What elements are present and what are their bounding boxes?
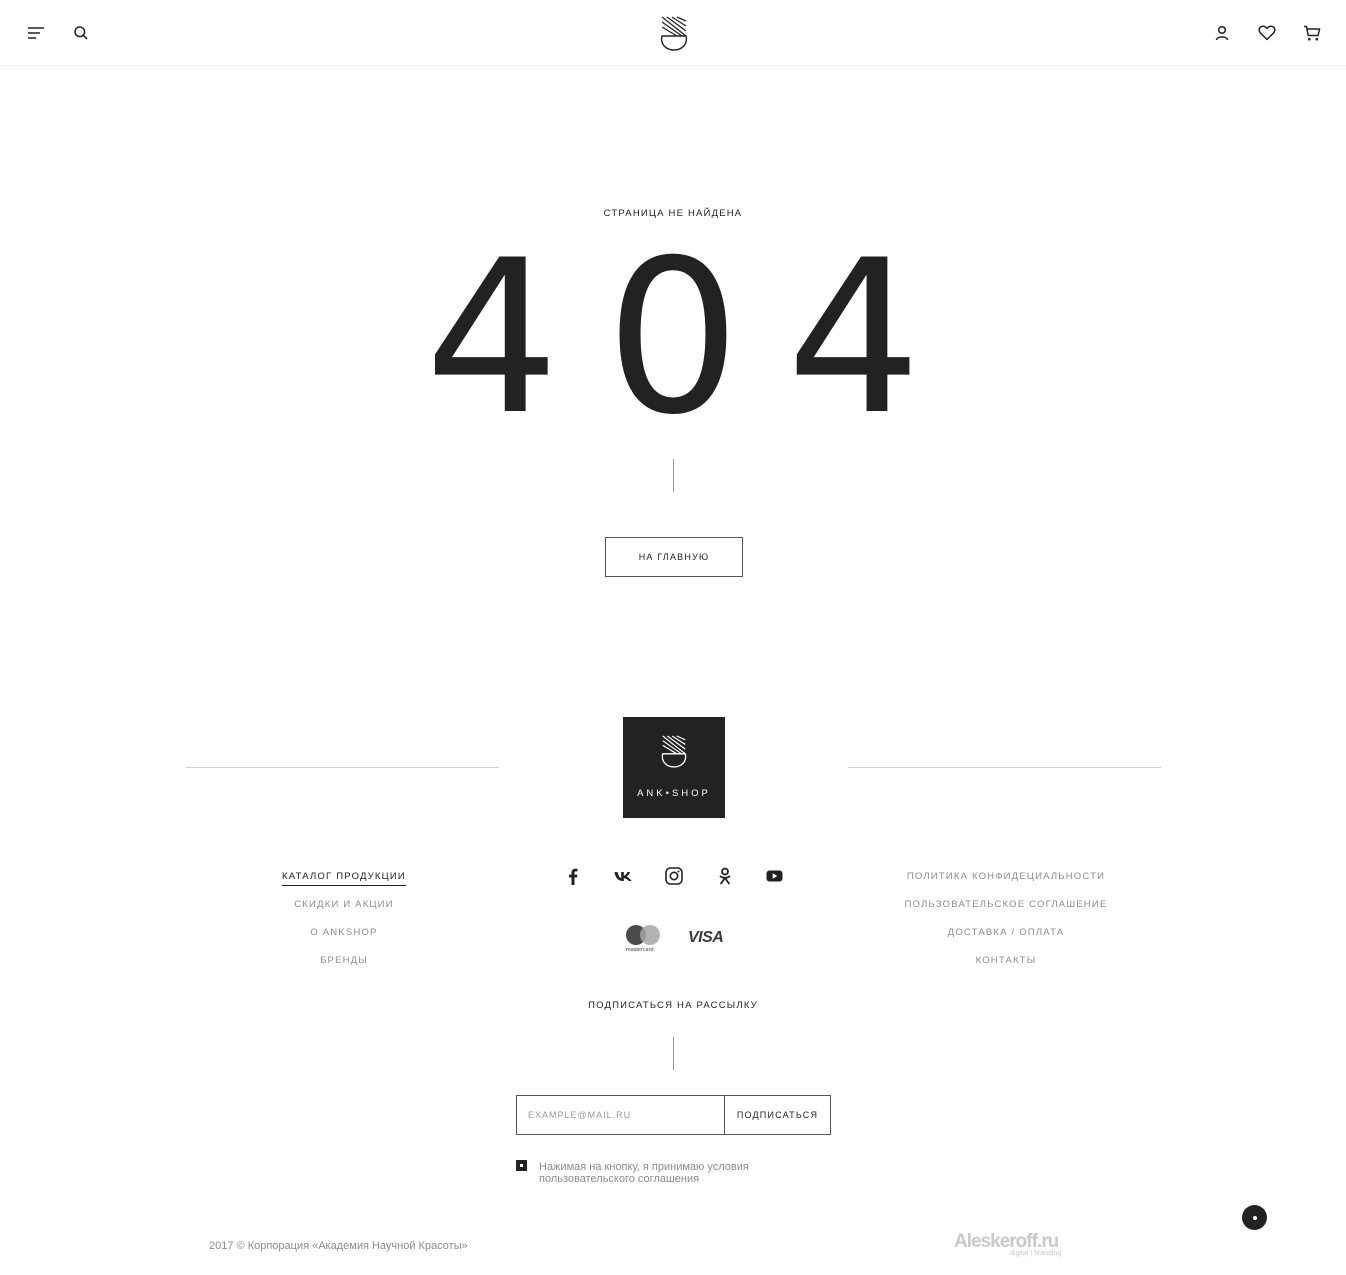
home-button[interactable]: НА ГЛАВНУЮ (605, 537, 743, 577)
copyright-text: 2017 © Корпорация «Академия Научной Крас… (209, 1240, 468, 1252)
search-icon[interactable] (68, 20, 94, 46)
developer-logo[interactable]: Aleskeroff.ru digital | branding (954, 1231, 1064, 1261)
menu-icon[interactable] (23, 20, 49, 46)
footer-divider-left (186, 767, 499, 768)
social-links (558, 864, 788, 888)
visa-icon: VISA (688, 929, 724, 946)
footer-link-sales[interactable]: СКИДКИ И АКЦИИ (244, 898, 444, 926)
vk-icon[interactable] (611, 864, 635, 888)
subscribe-title: ПОДПИСАТЬСЯ НА РАССЫЛКУ (588, 1000, 758, 1011)
odnoklassniki-icon[interactable] (713, 864, 737, 888)
payment-methods: mastercard VISA (622, 922, 732, 956)
subscribe-divider-line (673, 1037, 674, 1070)
footer-brand-logo[interactable]: ANK•SHOP (623, 717, 725, 818)
youtube-icon[interactable] (762, 864, 786, 888)
dot-icon (1252, 1215, 1257, 1220)
agreement-text: Нажимая на кнопку, я принимаю условия по… (539, 1161, 749, 1185)
footer-brand-text: ANK•SHOP (637, 788, 711, 799)
user-icon[interactable] (1209, 20, 1235, 46)
site-header (0, 0, 1346, 66)
developer-tagline: digital | branding (1010, 1250, 1062, 1257)
email-field[interactable] (516, 1095, 725, 1135)
footer-link-privacy[interactable]: ПОЛИТИКА КОНФИДЕЦИАЛЬНОСТИ (886, 870, 1126, 898)
footer-nav-right: ПОЛИТИКА КОНФИДЕЦИАЛЬНОСТИ ПОЛЬЗОВАТЕЛЬС… (886, 870, 1126, 982)
divider-line (673, 459, 674, 492)
footer-link-brands[interactable]: БРЕНДЫ (244, 954, 444, 982)
cart-icon[interactable] (1299, 20, 1325, 46)
facebook-icon[interactable] (561, 864, 585, 888)
subscribe-button[interactable]: ПОДПИСАТЬСЯ (724, 1095, 831, 1135)
heart-icon[interactable] (1254, 20, 1280, 46)
footer-link-about[interactable]: О ANKSHOP (244, 926, 444, 954)
error-code: 404 (424, 214, 968, 461)
instagram-icon[interactable] (662, 864, 686, 888)
footer-divider-right (848, 767, 1161, 768)
brand-logo[interactable] (658, 14, 690, 52)
footer-link-agreement[interactable]: ПОЛЬЗОВАТЕЛЬСКОЕ СОГЛАШЕНИЕ (886, 898, 1126, 926)
brand-mark-icon (659, 733, 689, 774)
footer-nav-left: КАТАЛОГ ПРОДУКЦИИ СКИДКИ И АКЦИИ О ANKSH… (244, 870, 444, 982)
svg-text:mastercard: mastercard (626, 947, 654, 953)
chat-button[interactable] (1242, 1205, 1267, 1230)
agreement-checkbox[interactable] (516, 1160, 527, 1171)
footer-link-contacts[interactable]: КОНТАКТЫ (886, 954, 1126, 982)
footer-link-catalog[interactable]: КАТАЛОГ ПРОДУКЦИИ (244, 870, 444, 898)
footer-link-delivery[interactable]: ДОСТАВКА / ОПЛАТА (886, 926, 1126, 954)
